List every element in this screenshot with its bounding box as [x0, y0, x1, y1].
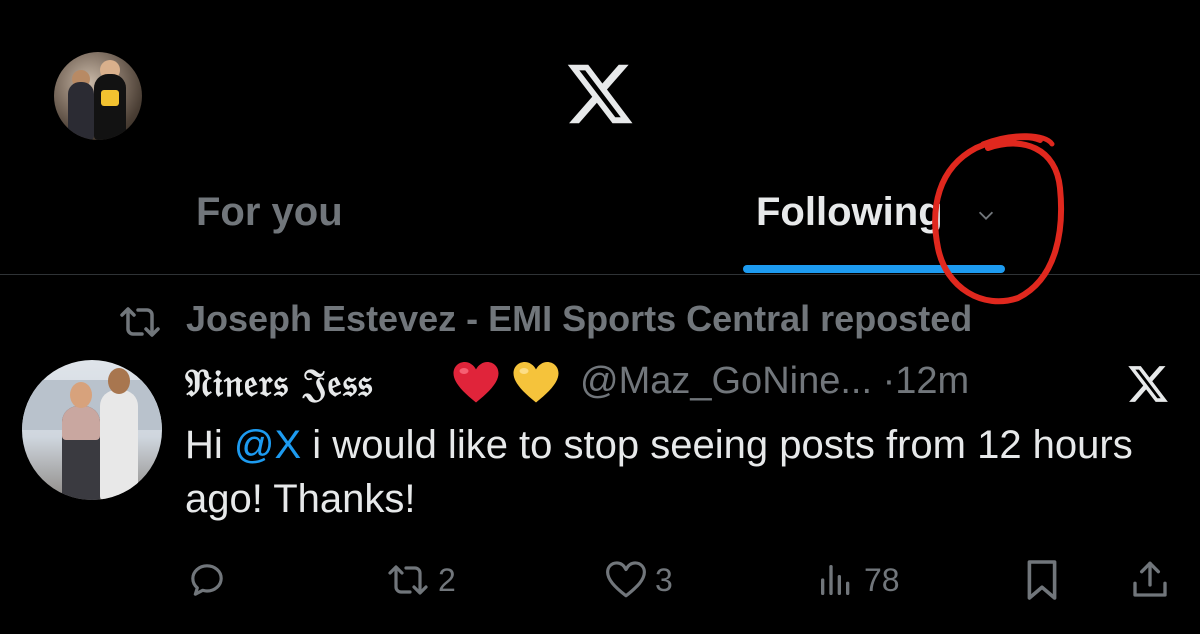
bookmark-icon	[1027, 560, 1057, 600]
repost-button[interactable]: 2	[386, 558, 456, 602]
tweet-meta: @Maz_GoNine... ·12m	[580, 360, 969, 403]
x-logo-icon	[567, 64, 633, 124]
repost-icon	[120, 307, 160, 337]
tweet-author-name[interactable]: 𝔑𝔦𝔫𝔢𝔯𝔰 𝔍𝔢𝔰𝔰	[185, 360, 373, 406]
analytics-icon	[821, 565, 850, 595]
like-button[interactable]: 3	[605, 558, 673, 602]
like-count: 3	[655, 561, 673, 598]
yellow-heart-emoji-icon	[513, 362, 559, 403]
tab-for-you[interactable]: For you	[196, 190, 343, 235]
annotation-circle	[932, 133, 1065, 305]
share-icon	[1133, 561, 1167, 597]
repost-count: 2	[438, 561, 456, 598]
x-logo-badge-icon[interactable]	[1126, 362, 1170, 406]
bookmark-button[interactable]	[1024, 558, 1060, 602]
meta-separator: ·	[882, 360, 896, 402]
views-count: 78	[864, 561, 900, 598]
heart-icon	[606, 561, 646, 598]
mention-link[interactable]: @X	[234, 423, 301, 467]
repost-banner-text[interactable]: Joseph Estevez - EMI Sports Central repo…	[186, 298, 972, 340]
profile-avatar[interactable]	[54, 52, 142, 140]
reply-button[interactable]	[187, 558, 235, 602]
red-heart-emoji-icon	[453, 362, 499, 403]
tweet-handle[interactable]: @Maz_GoNine...	[580, 360, 872, 402]
tweet-text-prefix: Hi	[185, 423, 234, 467]
tweet-text-suffix: i would like to stop seeing posts from 1…	[185, 423, 1133, 521]
tab-following[interactable]: Following	[756, 190, 943, 235]
tweet-body: Hi @X i would like to stop seeing posts …	[185, 418, 1175, 526]
repost-icon	[388, 565, 428, 595]
tweet-author-avatar[interactable]	[22, 360, 162, 500]
views-button[interactable]: 78	[816, 558, 900, 602]
reply-icon	[191, 564, 223, 596]
tweet-timestamp[interactable]: 12m	[895, 360, 969, 402]
share-button[interactable]	[1130, 558, 1170, 602]
